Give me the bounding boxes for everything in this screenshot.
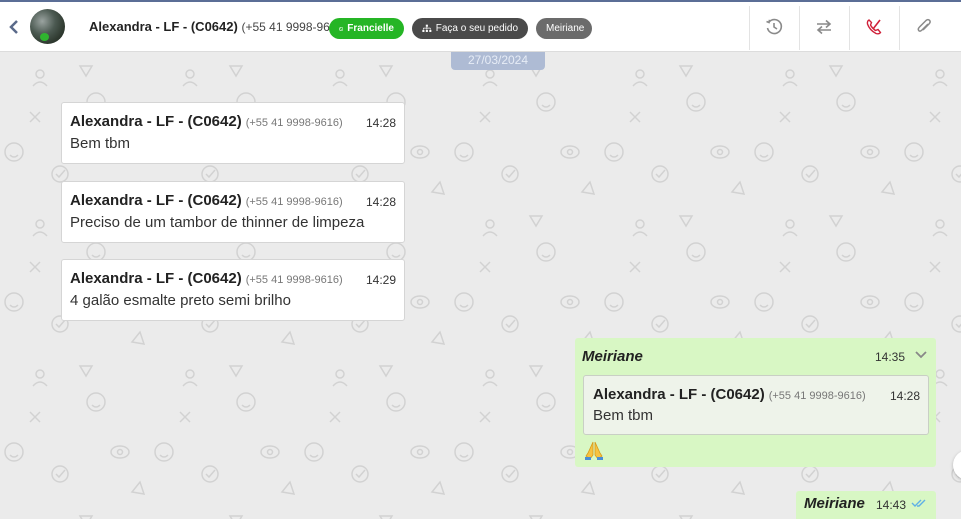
message-sender-phone: (+55 41 9998-9616) xyxy=(245,274,343,286)
header-divider xyxy=(749,6,750,50)
whatsapp-icon xyxy=(339,26,344,31)
contact-name: Alexandra - LF - (C0642) xyxy=(89,19,238,34)
incoming-message[interactable]: Alexandra - LF - (C0642) (+55 41 9998-961… xyxy=(61,102,405,164)
message-sender: Alexandra - LF - (C0642) xyxy=(70,270,242,287)
contact-avatar[interactable] xyxy=(30,9,65,44)
header-divider xyxy=(899,6,900,50)
chevron-down-icon[interactable] xyxy=(914,349,928,361)
incoming-message[interactable]: Alexandra - LF - (C0642) (+55 41 9998-961… xyxy=(61,181,405,243)
message-sender: Meiriane xyxy=(804,495,865,512)
contact-title: Alexandra - LF - (C0642) (+55 41 9998-96… xyxy=(89,19,347,34)
message-sender-line: Alexandra - LF - (C0642) (+55 41 9998-961… xyxy=(70,113,396,130)
agent-tag-francielle[interactable]: Francielle xyxy=(329,18,404,39)
folded-hands-emoji xyxy=(585,441,603,460)
flow-tag-pedido[interactable]: Faça o seu pedido xyxy=(412,18,528,39)
message-sender-line: Alexandra - LF - (C0642) (+55 41 9998-961… xyxy=(70,270,396,287)
incoming-message[interactable]: Alexandra - LF - (C0642) (+55 41 9998-961… xyxy=(61,259,405,321)
header-divider xyxy=(799,6,800,50)
message-sender: Alexandra - LF - (C0642) xyxy=(70,192,242,209)
user-tag-label: Meiriane xyxy=(546,23,585,34)
date-chip: 27/03/2024 xyxy=(451,52,545,70)
message-time: 14:28 xyxy=(365,116,396,130)
read-ticks-icon xyxy=(911,499,926,507)
message-time: 14:43 xyxy=(876,498,907,512)
quoted-sender: Alexandra - LF - (C0642) xyxy=(593,386,765,403)
user-tag-meiriane[interactable]: Meiriane xyxy=(536,18,592,39)
agent-tag-label: Francielle xyxy=(347,23,394,34)
message-text: Bem tbm xyxy=(70,135,131,152)
history-icon[interactable] xyxy=(764,17,784,37)
message-text: Preciso de um tambor de thinner de limpe… xyxy=(70,214,365,231)
quoted-time: 14:28 xyxy=(889,389,920,403)
quoted-sender-line: Alexandra - LF - (C0642) (+55 41 9998-961… xyxy=(593,386,919,403)
message-time: 14:29 xyxy=(365,273,396,287)
flow-tag-label: Faça o seu pedido xyxy=(435,23,518,34)
quoted-sender-phone: (+55 41 9998-9616) xyxy=(768,390,866,402)
message-time: 14:28 xyxy=(365,195,396,209)
outgoing-reply-message[interactable]: Meiriane 14:35 Alexandra - LF - (C0642)(… xyxy=(575,338,936,467)
chat-area[interactable]: 27/03/2024 Alexandra - LF - (C0642) (+55 … xyxy=(0,52,961,519)
transfer-icon[interactable] xyxy=(814,17,834,37)
quoted-text: Bem tbm xyxy=(593,407,654,424)
attach-icon[interactable] xyxy=(914,17,934,37)
message-sender-phone: (+55 41 9998-9616) xyxy=(245,196,343,208)
message-sender-phone: (+55 41 9998-9616) xyxy=(245,117,343,129)
chat-header: Alexandra - LF - (C0642) (+55 41 9998-96… xyxy=(0,0,961,52)
org-chart-icon xyxy=(422,24,432,32)
quoted-message[interactable]: Alexandra - LF - (C0642) (+55 41 9998-961… xyxy=(583,375,929,435)
online-status-dot xyxy=(40,33,49,41)
header-divider xyxy=(849,6,850,50)
message-sender-line: Alexandra - LF - (C0642) (+55 41 9998-961… xyxy=(70,192,396,209)
end-call-icon[interactable] xyxy=(864,17,884,37)
message-sender: Meiriane xyxy=(582,348,643,365)
back-arrow-icon[interactable] xyxy=(6,17,22,37)
message-sender: Alexandra - LF - (C0642) xyxy=(70,113,242,130)
message-text: 4 galão esmalte preto semi brilho xyxy=(70,292,291,309)
message-time: 14:35 xyxy=(874,350,905,364)
outgoing-message[interactable]: Meiriane 14:43 xyxy=(796,491,936,519)
